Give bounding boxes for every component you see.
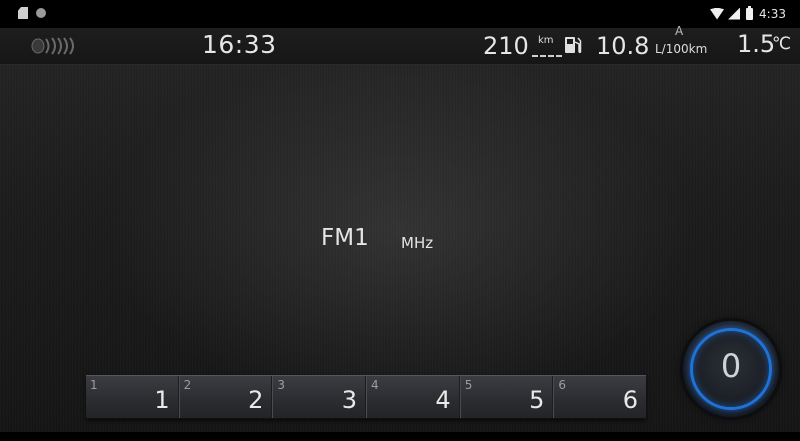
- info-bar: 16:33 210 km 10.8 A L/100km 1.5 ℃: [0, 24, 800, 65]
- preset-button-2[interactable]: 2 2: [178, 376, 273, 418]
- status-bar-right: 4:33: [710, 5, 786, 22]
- preset-button-3[interactable]: 3 3: [272, 376, 367, 418]
- consumption-mode: A: [675, 24, 684, 38]
- volume-knob[interactable]: 0: [683, 321, 779, 417]
- preset-label: 5: [529, 386, 545, 414]
- preset-index: 2: [183, 378, 192, 392]
- preset-label: 1: [154, 386, 170, 414]
- radio-band: FM1: [321, 225, 369, 251]
- preset-label: 3: [341, 386, 358, 414]
- clock: 16:33: [202, 30, 277, 59]
- range-unit: km: [538, 35, 554, 46]
- preset-index: 6: [558, 378, 566, 392]
- preset-label: 4: [435, 386, 451, 414]
- knob-value: 0: [720, 347, 742, 385]
- preset-index: 5: [464, 378, 473, 392]
- battery-icon: [746, 5, 754, 20]
- preset-button-4[interactable]: 4 4: [366, 376, 460, 418]
- preset-label: 2: [248, 386, 264, 414]
- radio-screen: 4:33 16:33 210 km 10.8 A L/100km 1.5 ℃ F…: [0, 0, 800, 441]
- fuel-pump-icon: [565, 37, 582, 54]
- status-bar-left: [18, 7, 46, 21]
- speaker-icon[interactable]: [30, 37, 78, 55]
- dot-icon: [36, 8, 46, 18]
- frequency-unit: MHz: [401, 234, 434, 252]
- bottom-edge: [0, 432, 800, 441]
- range-value: 210: [483, 32, 529, 60]
- status-bar-time: 4:33: [759, 6, 786, 21]
- preset-button-6[interactable]: 6 6: [553, 376, 646, 418]
- preset-button-5[interactable]: 5 5: [459, 376, 554, 418]
- consumption-value: 10.8: [596, 32, 650, 60]
- preset-label: 6: [622, 386, 639, 414]
- preset-index: 3: [277, 378, 285, 392]
- temperature-unit: ℃: [772, 34, 792, 54]
- preset-bar: 1 1 2 2 3 3 4 4 5 5 6 6: [86, 375, 646, 419]
- wifi-icon: [710, 7, 725, 20]
- range-underline: [532, 51, 562, 57]
- signal-icon: [728, 7, 741, 20]
- consumption-unit: L/100km: [655, 42, 708, 56]
- outside-temperature: 1.5: [737, 30, 776, 58]
- preset-index: 4: [371, 378, 379, 392]
- sd-card-icon: [18, 7, 28, 19]
- preset-index: 1: [90, 378, 98, 392]
- preset-button-1[interactable]: 1 1: [86, 376, 179, 418]
